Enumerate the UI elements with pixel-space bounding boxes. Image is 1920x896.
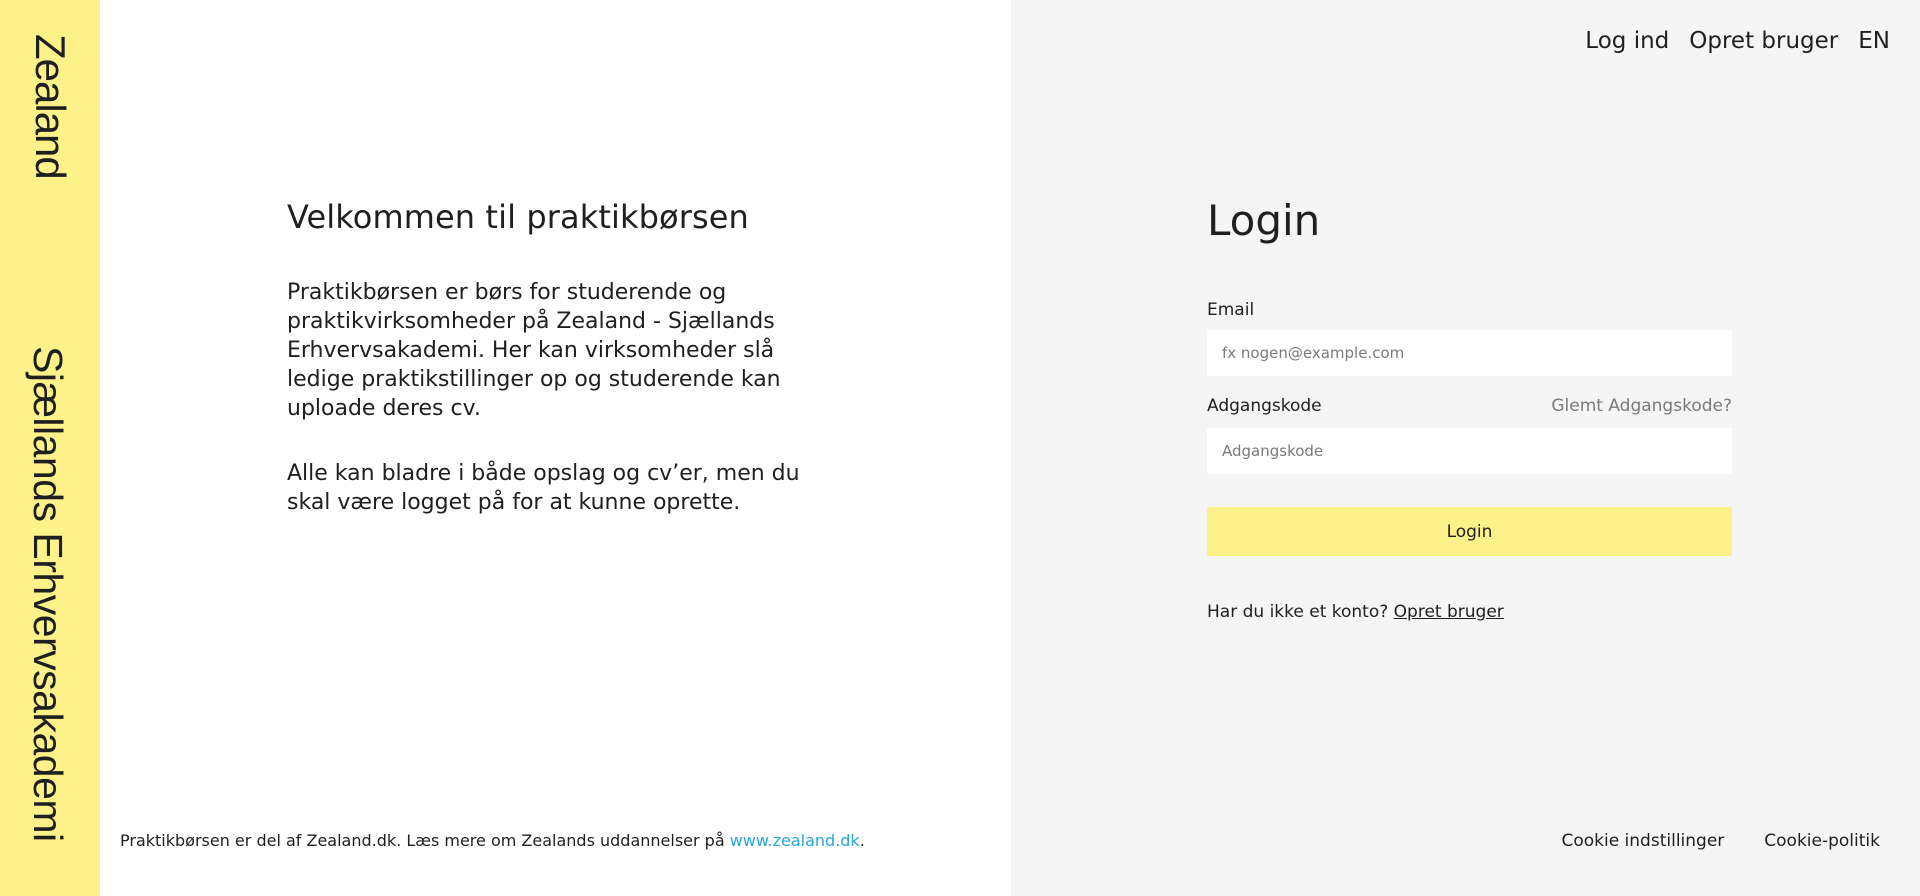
top-navigation: Log ind Opret bruger EN <box>1585 28 1890 54</box>
forgot-password-link[interactable]: Glemt Adgangskode? <box>1551 396 1732 416</box>
footer-info: Praktikbørsen er del af Zealand.dk. Læs … <box>120 831 865 850</box>
footer-info-suffix: . <box>859 831 865 850</box>
signup-prompt: Har du ikke et konto? Opret bruger <box>1207 602 1504 622</box>
password-label: Adgangskode <box>1207 396 1322 416</box>
login-button[interactable]: Login <box>1207 507 1732 556</box>
welcome-title: Velkommen til praktikbørsen <box>287 198 749 236</box>
no-account-text: Har du ikke et konto? <box>1207 602 1394 622</box>
email-label: Email <box>1207 300 1255 320</box>
login-form: Login Email Adgangskode Glemt Adgangskod… <box>1207 196 1732 622</box>
login-panel: Log ind Opret bruger EN Login Email Adga… <box>1011 0 1920 896</box>
password-field[interactable] <box>1207 428 1732 474</box>
cookie-policy-link[interactable]: Cookie-politik <box>1764 831 1880 851</box>
nav-login-link[interactable]: Log ind <box>1585 28 1669 54</box>
brand-name: Zealand <box>27 34 74 179</box>
login-title: Login <box>1207 196 1321 245</box>
brand-subtitle: Sjællands Erhvervsakademi <box>25 346 71 842</box>
signup-link[interactable]: Opret bruger <box>1394 602 1504 622</box>
browse-info-paragraph: Alle kan bladre i både opslag og cv’er, … <box>287 461 800 515</box>
intro-paragraph: Praktikbørsen er børs for studerende og … <box>287 280 781 421</box>
brand-sidebar: Zealand Sjællands Erhvervsakademi <box>0 0 100 896</box>
welcome-panel: Velkommen til praktikbørsen Praktikbørse… <box>100 0 1011 896</box>
footer-info-text: Praktikbørsen er del af Zealand.dk. Læs … <box>120 831 730 850</box>
nav-signup-link[interactable]: Opret bruger <box>1689 28 1838 54</box>
cookie-settings-link[interactable]: Cookie indstillinger <box>1561 831 1724 851</box>
zealand-website-link[interactable]: www.zealand.dk <box>730 831 860 850</box>
email-field[interactable] <box>1207 330 1732 376</box>
cookie-links: Cookie indstillinger Cookie-politik <box>1561 831 1880 851</box>
language-switch[interactable]: EN <box>1858 28 1890 54</box>
